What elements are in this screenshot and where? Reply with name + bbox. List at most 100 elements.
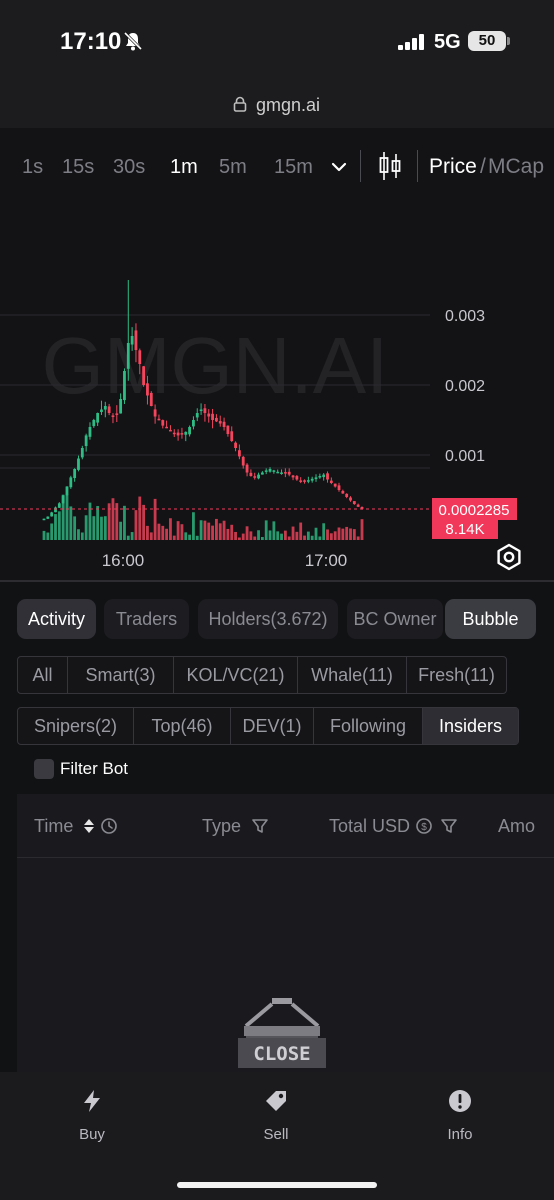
candlestick-icon[interactable] [378, 150, 402, 182]
filter-top[interactable]: Top(46) [134, 708, 231, 744]
nav-info-label: Info [447, 1126, 473, 1143]
candle-body [77, 458, 80, 470]
candle-body [222, 421, 226, 427]
volume-bar [356, 536, 360, 540]
candle-body [92, 420, 96, 427]
currency-toggle-icon[interactable]: $ [415, 817, 433, 835]
candle-body [272, 470, 276, 472]
filter-whale[interactable]: Whale(11) [298, 657, 407, 693]
filter-bot-checkbox[interactable] [34, 759, 54, 779]
tab-holders[interactable]: Holders(3.672) [198, 599, 338, 639]
filter-fresh[interactable]: Fresh(11) [407, 657, 506, 693]
candle-body [203, 408, 207, 413]
candle-body [57, 503, 61, 508]
volume-bar [103, 516, 107, 540]
volume-bar [257, 530, 260, 540]
bottom-nav: Buy Sell Info [0, 1072, 554, 1200]
candle-body [303, 480, 306, 482]
candle-body [46, 516, 50, 519]
volume-bar [188, 534, 191, 540]
volume-bar [287, 536, 291, 540]
timeframe-1m[interactable]: 1m [170, 156, 198, 179]
candle-body [192, 420, 195, 427]
candle-body [157, 418, 161, 421]
x-tick-label: 17:00 [305, 551, 348, 570]
volume-bar [146, 525, 149, 540]
candle-body [80, 448, 84, 458]
chart-settings-icon[interactable] [495, 543, 523, 571]
clock-icon[interactable] [100, 817, 118, 835]
volume-bar [264, 520, 268, 540]
candle-body [276, 471, 280, 474]
volume-bar [165, 528, 169, 540]
candle-body [199, 409, 203, 411]
timeframe-15m[interactable]: 15m [274, 156, 313, 179]
candle-body [306, 480, 310, 482]
sort-icon[interactable] [80, 817, 98, 835]
timeframe-15s[interactable]: 15s [62, 156, 94, 179]
chevron-down-icon[interactable] [330, 158, 348, 176]
volume-bar [157, 523, 161, 540]
filter-icon[interactable] [251, 817, 269, 835]
volume-bar [349, 528, 352, 540]
volume-bar [172, 535, 176, 540]
nav-sell[interactable]: Sell [231, 1088, 321, 1143]
volume-bar [291, 526, 295, 540]
volume-bar [322, 523, 326, 540]
volume-bar [119, 521, 123, 540]
filter-dev[interactable]: DEV(1) [231, 708, 314, 744]
volume-bar [314, 527, 318, 540]
volume-bar [96, 506, 100, 540]
tab-bubble[interactable]: Bubble [445, 599, 536, 639]
filter-kol-vc[interactable]: KOL/VC(21) [174, 657, 298, 693]
candle-body [237, 450, 241, 457]
nav-buy[interactable]: Buy [47, 1088, 137, 1143]
volume-bar [192, 512, 195, 540]
candle-body [184, 431, 188, 435]
candle-body [161, 420, 165, 426]
browser-url-bar[interactable]: gmgn.ai [0, 84, 554, 128]
volume-bar [318, 536, 322, 540]
volume-bar [352, 529, 356, 540]
price-toggle[interactable]: Price [429, 155, 477, 179]
volume-bar [283, 530, 287, 540]
filter-following[interactable]: Following [314, 708, 423, 744]
candle-body [111, 415, 115, 417]
nav-buy-label: Buy [79, 1126, 105, 1143]
volume-bar [329, 533, 333, 540]
filter-insiders[interactable]: Insiders [423, 708, 518, 744]
x-tick-label: 16:00 [102, 551, 145, 570]
candle-body [149, 392, 153, 406]
tab-traders[interactable]: Traders [104, 599, 189, 639]
candle-body [96, 413, 100, 423]
filter-snipers[interactable]: Snipers(2) [18, 708, 134, 744]
price-chart[interactable]: GMGN.AI 0.003 0.002 0.001 0.0002285 8.14K 16:… [0, 208, 554, 580]
tab-bc-owner[interactable]: BC Owner [347, 599, 443, 639]
timeframe-30s[interactable]: 30s [113, 156, 145, 179]
candle-body [283, 472, 287, 474]
volume-bar [138, 496, 142, 540]
column-total-usd[interactable]: Total USD [329, 816, 410, 837]
candle-body [341, 490, 345, 494]
nav-info[interactable]: Info [415, 1088, 505, 1143]
filter-smart[interactable]: Smart(3) [68, 657, 174, 693]
nav-sell-label: Sell [263, 1126, 289, 1143]
candle-body [349, 497, 352, 501]
candle-body [138, 350, 142, 364]
column-time[interactable]: Time [34, 816, 73, 837]
filter-bot[interactable]: Filter Bot [34, 758, 128, 780]
tab-activity[interactable]: Activity [17, 599, 96, 639]
table-header: Time Type Total USD $ Amo [17, 794, 554, 858]
candle-body [153, 409, 157, 417]
column-amount[interactable]: Amo [498, 816, 535, 837]
timeframe-5m[interactable]: 5m [219, 156, 247, 179]
column-type[interactable]: Type [202, 816, 241, 837]
timeframe-1s[interactable]: 1s [22, 156, 43, 179]
price-mcap-separator: / [480, 155, 486, 178]
filter-all[interactable]: All [18, 657, 68, 693]
mcap-toggle[interactable]: MCap [488, 155, 544, 179]
candle-body [245, 464, 249, 473]
volume-label: 8.14K [445, 521, 484, 538]
filter-icon[interactable] [440, 817, 458, 835]
status-bar: 17:10 5G 50 [0, 0, 554, 84]
